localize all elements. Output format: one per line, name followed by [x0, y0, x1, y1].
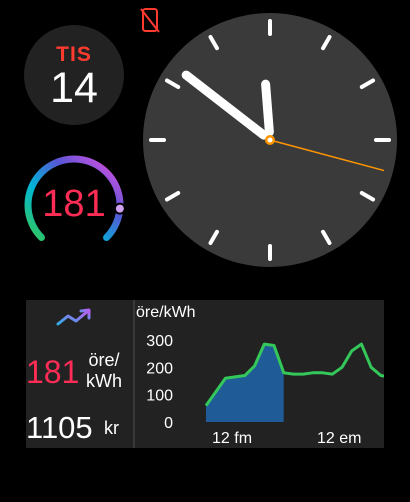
- y-tick-label: 0: [164, 415, 173, 432]
- gauge-value: 181: [42, 183, 106, 225]
- weekday-label: TIS: [56, 43, 92, 66]
- price-chart: öre/kWh 300 200 100 0 12 fm 12 em: [136, 304, 384, 447]
- trend-up-icon: [56, 308, 91, 326]
- electricity-price-widget[interactable]: 181 öre/ kWh 1105 kr öre/kWh 300 200 100 0 …: [26, 300, 384, 448]
- x-tick-label: 12 fm: [212, 430, 252, 447]
- chart-x-ticks: 12 fm 12 em: [212, 430, 361, 447]
- y-tick-label: 300: [146, 333, 173, 350]
- chart-elapsed-area: [206, 344, 284, 422]
- analog-clock[interactable]: [142, 12, 398, 268]
- x-tick-label: 12 em: [317, 430, 361, 447]
- cost-unit: kr: [104, 418, 119, 438]
- date-complication[interactable]: TIS 14: [24, 25, 124, 125]
- y-tick-label: 100: [146, 388, 173, 405]
- day-number: 14: [50, 64, 98, 112]
- y-tick-label: 200: [146, 360, 173, 377]
- hour-hand: [261, 79, 274, 137]
- cost-value: 1105: [26, 410, 93, 445]
- current-price-unit: öre/ kWh: [86, 350, 122, 391]
- current-price-value: 181: [26, 354, 80, 390]
- chart-ylabel: öre/kWh: [136, 304, 196, 321]
- chart-y-ticks: 300 200 100 0: [146, 333, 173, 432]
